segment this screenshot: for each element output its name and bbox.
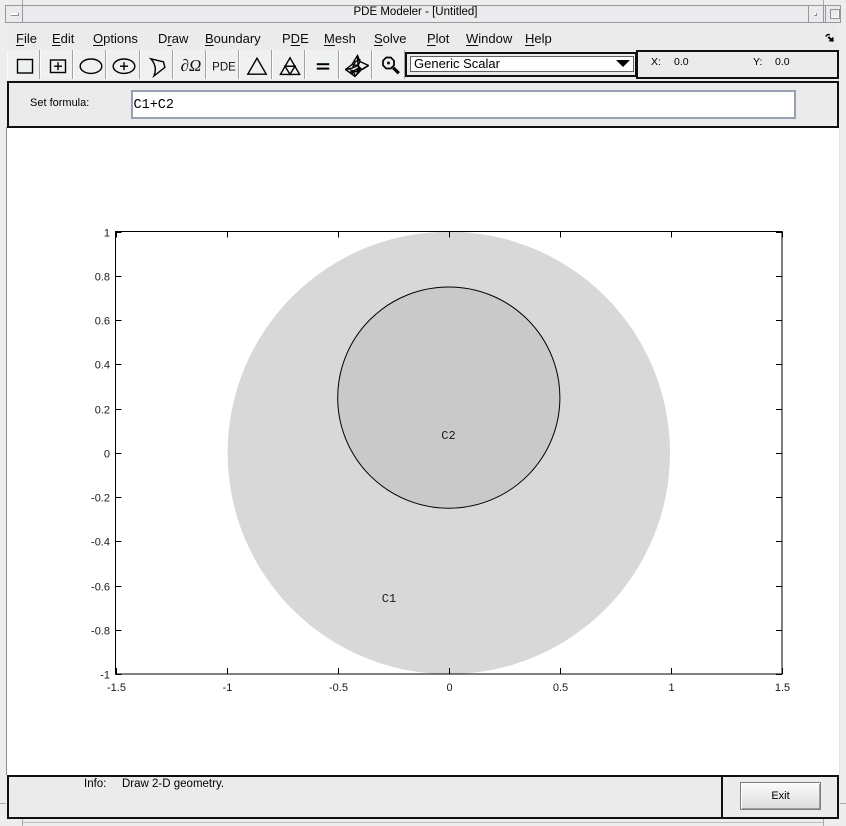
svg-text:0.6: 0.6 xyxy=(95,316,110,328)
svg-text:-1.5: -1.5 xyxy=(107,682,126,694)
svg-text:1: 1 xyxy=(668,682,674,694)
svg-text:0: 0 xyxy=(446,682,452,694)
svg-text:C1: C1 xyxy=(382,592,396,606)
svg-text:0.4: 0.4 xyxy=(95,360,110,372)
svg-text:C2: C2 xyxy=(441,429,455,443)
svg-text:0.2: 0.2 xyxy=(95,405,110,417)
svg-text:-1: -1 xyxy=(223,682,233,694)
svg-text:-0.2: -0.2 xyxy=(91,493,110,505)
svg-text:-0.8: -0.8 xyxy=(91,626,110,638)
svg-text:1.5: 1.5 xyxy=(775,682,790,694)
svg-text:-1: -1 xyxy=(100,670,110,682)
svg-text:-0.4: -0.4 xyxy=(91,537,110,549)
svg-text:0: 0 xyxy=(104,449,110,461)
svg-text:1: 1 xyxy=(104,228,110,240)
svg-text:-0.5: -0.5 xyxy=(329,682,348,694)
svg-text:0.8: 0.8 xyxy=(95,272,110,284)
svg-text:0.5: 0.5 xyxy=(553,682,568,694)
svg-text:-0.6: -0.6 xyxy=(91,582,110,594)
